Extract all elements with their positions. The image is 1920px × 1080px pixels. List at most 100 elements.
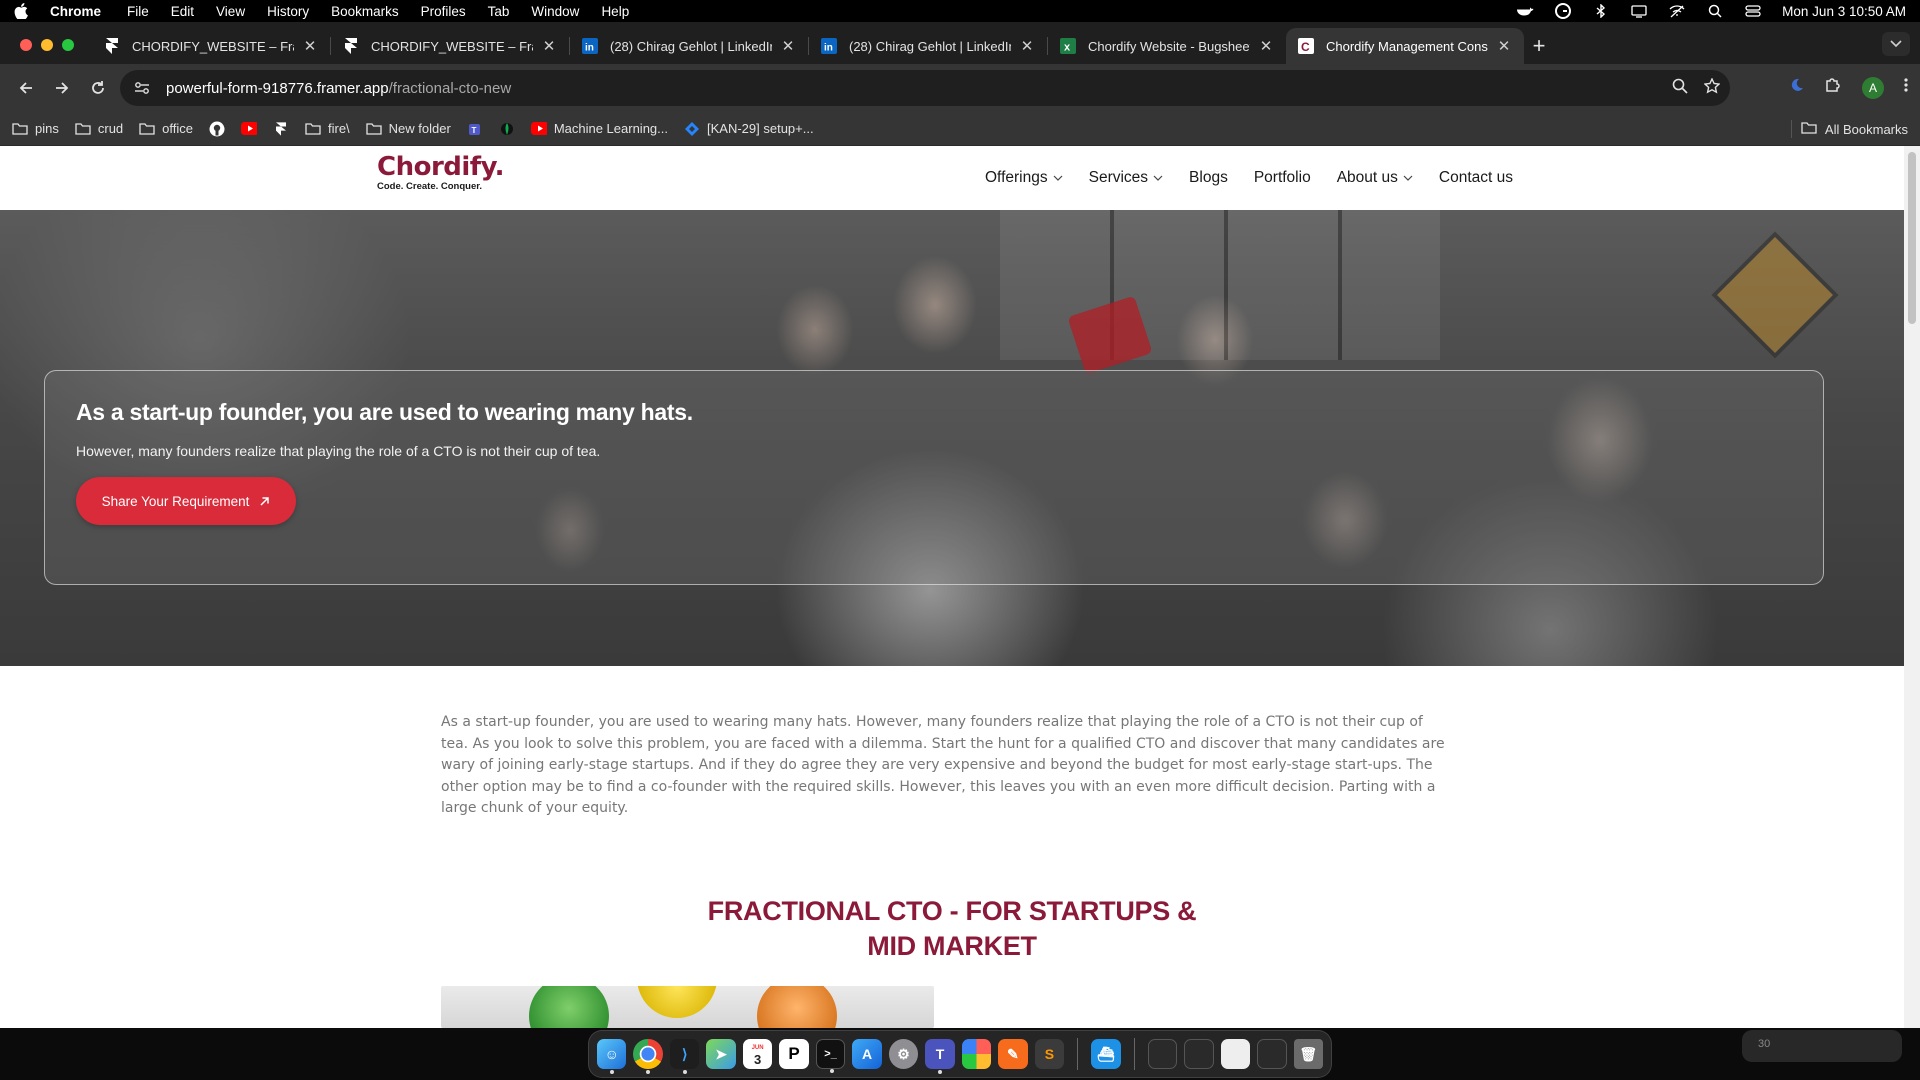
docker-icon[interactable]: ⛴: [1091, 1039, 1121, 1069]
menu-profiles[interactable]: Profiles: [421, 4, 466, 19]
close-tab-icon[interactable]: ✕: [541, 37, 557, 55]
minimized-window-thumbnail[interactable]: [1184, 1039, 1214, 1069]
nav-contact-us[interactable]: Contact us: [1439, 169, 1513, 187]
scrollbar-thumb[interactable]: [1908, 152, 1916, 324]
tab-title: (28) Chirag Gehlot | LinkedIn: [849, 38, 1011, 54]
bookmark-folder[interactable]: office: [139, 121, 193, 137]
bluetooth-icon[interactable]: [1592, 4, 1610, 18]
bookmark-framer[interactable]: [273, 121, 289, 137]
teams-icon[interactable]: T: [925, 1039, 955, 1074]
browser-tab[interactable]: in (28) Chirag Gehlot | LinkedIn ✕: [570, 28, 808, 64]
minimized-window-thumbnail[interactable]: [1257, 1039, 1287, 1069]
sublime-text-icon[interactable]: S: [1034, 1039, 1065, 1069]
bookmark-star-icon[interactable]: [1703, 77, 1721, 98]
bookmark-folder[interactable]: fire\: [305, 121, 350, 137]
site-logo[interactable]: Chordify. Code. Create. Conquer.: [377, 152, 505, 192]
youtube-icon: [530, 121, 547, 137]
zoom-window-button[interactable]: [62, 39, 74, 51]
bookmark-teams[interactable]: T: [467, 121, 483, 137]
menu-file[interactable]: File: [127, 4, 149, 19]
minimize-window-button[interactable]: [41, 39, 53, 51]
control-center-icon[interactable]: [1744, 4, 1762, 18]
bookmark-folder[interactable]: New folder: [366, 121, 451, 137]
orange-person-illustration: [757, 986, 837, 1028]
terminal-icon[interactable]: >_: [815, 1039, 846, 1073]
close-tab-icon[interactable]: ✕: [1019, 37, 1035, 55]
nav-blogs[interactable]: Blogs: [1189, 169, 1228, 187]
launchpad-icon[interactable]: [961, 1039, 992, 1069]
bookmark-folder[interactable]: crud: [75, 121, 123, 137]
bookmark-mongodb[interactable]: [499, 121, 515, 137]
menu-window[interactable]: Window: [531, 4, 579, 19]
browser-tab[interactable]: in (28) Chirag Gehlot | LinkedIn ✕: [809, 28, 1047, 64]
nav-about-us[interactable]: About us: [1337, 169, 1413, 187]
browser-tab[interactable]: CHORDIFY_WEBSITE – Framer ✕: [331, 28, 569, 64]
site-nav: Offerings Services Blogs Portfolio About…: [985, 146, 1513, 210]
bookmark-youtube[interactable]: [241, 121, 257, 137]
menu-help[interactable]: Help: [601, 4, 629, 19]
site-info-icon[interactable]: [134, 79, 152, 97]
pen-app-icon[interactable]: ✎: [998, 1039, 1028, 1069]
forward-button[interactable]: [46, 72, 78, 104]
nav-portfolio[interactable]: Portfolio: [1254, 169, 1311, 187]
menu-history[interactable]: History: [267, 4, 309, 19]
close-tab-icon[interactable]: ✕: [302, 37, 318, 55]
bookmark-link[interactable]: Machine Learning...: [530, 121, 668, 137]
wifi-off-icon[interactable]: [1668, 4, 1686, 18]
menu-tab[interactable]: Tab: [488, 4, 510, 19]
new-tab-button[interactable]: +: [1524, 28, 1554, 64]
svg-text:in: in: [824, 43, 833, 54]
reload-button[interactable]: [82, 72, 114, 104]
menu-bookmarks[interactable]: Bookmarks: [331, 4, 399, 19]
maps-icon[interactable]: ➤: [706, 1039, 736, 1069]
display-icon[interactable]: [1630, 4, 1648, 18]
browser-tab[interactable]: x Chordify Website - Bugsheet ✕: [1048, 28, 1286, 64]
finder-icon[interactable]: ☺: [597, 1039, 627, 1074]
zoom-icon[interactable]: [1672, 78, 1688, 98]
calendar-icon[interactable]: JUN 3: [742, 1039, 773, 1069]
nav-offerings[interactable]: Offerings: [985, 169, 1063, 187]
close-window-button[interactable]: [20, 39, 32, 51]
tab-search-button[interactable]: [1882, 32, 1910, 56]
chrome-menu-icon[interactable]: [1904, 77, 1908, 98]
close-tab-icon[interactable]: ✕: [1258, 37, 1274, 55]
browser-tab[interactable]: CHORDIFY_WEBSITE – Framer ✕: [92, 28, 330, 64]
pages-p-icon[interactable]: P: [779, 1039, 809, 1069]
sheets-icon: x: [1060, 38, 1076, 54]
browser-tab-active[interactable]: C Chordify Management Consulting ✕: [1286, 28, 1524, 64]
extension-moon-icon[interactable]: [1788, 77, 1804, 98]
close-tab-icon[interactable]: ✕: [780, 37, 796, 55]
folder-icon: [12, 121, 28, 137]
extensions-puzzle-icon[interactable]: [1824, 76, 1842, 99]
active-app-name[interactable]: Chrome: [50, 4, 101, 19]
grammarly-icon[interactable]: [1554, 3, 1572, 19]
system-settings-icon[interactable]: ⚙: [888, 1039, 919, 1069]
app-store-icon[interactable]: A: [852, 1039, 882, 1069]
logo-tagline: Code. Create. Conquer.: [377, 181, 483, 192]
vscode-icon[interactable]: ⟩: [669, 1039, 700, 1074]
menu-view[interactable]: View: [216, 4, 245, 19]
spotlight-search-icon[interactable]: [1706, 4, 1724, 18]
apple-icon[interactable]: [14, 3, 28, 19]
linkedin-icon: in: [821, 38, 837, 54]
bookmark-folder[interactable]: pins: [12, 121, 59, 137]
bookmark-link[interactable]: [KAN-29] setup+...: [684, 121, 814, 137]
tab-list: CHORDIFY_WEBSITE – Framer ✕ CHORDIFY_WEB…: [92, 28, 1554, 64]
bookmark-github[interactable]: [209, 121, 225, 137]
menu-edit[interactable]: Edit: [171, 4, 194, 19]
trash-icon[interactable]: 🗑: [1293, 1039, 1323, 1069]
all-bookmarks-button[interactable]: All Bookmarks: [1801, 112, 1908, 146]
chrome-icon[interactable]: [633, 1039, 663, 1074]
profile-avatar[interactable]: A: [1862, 76, 1884, 99]
docker-tray-icon[interactable]: [1516, 4, 1534, 18]
address-bar[interactable]: powerful-form-918776.framer.app/fraction…: [120, 70, 1730, 106]
share-requirement-button[interactable]: Share Your Requirement: [76, 477, 296, 525]
minimized-window-thumbnail[interactable]: [1147, 1039, 1178, 1069]
intro-paragraph: As a start-up founder, you are used to w…: [441, 714, 1445, 816]
menubar-clock[interactable]: Mon Jun 3 10:50 AM: [1782, 4, 1906, 19]
back-button[interactable]: [10, 72, 42, 104]
nav-services[interactable]: Services: [1089, 169, 1163, 187]
close-tab-icon[interactable]: ✕: [1496, 37, 1512, 55]
page-scrollbar[interactable]: [1904, 146, 1920, 1028]
minimized-window-thumbnail[interactable]: [1220, 1039, 1251, 1069]
